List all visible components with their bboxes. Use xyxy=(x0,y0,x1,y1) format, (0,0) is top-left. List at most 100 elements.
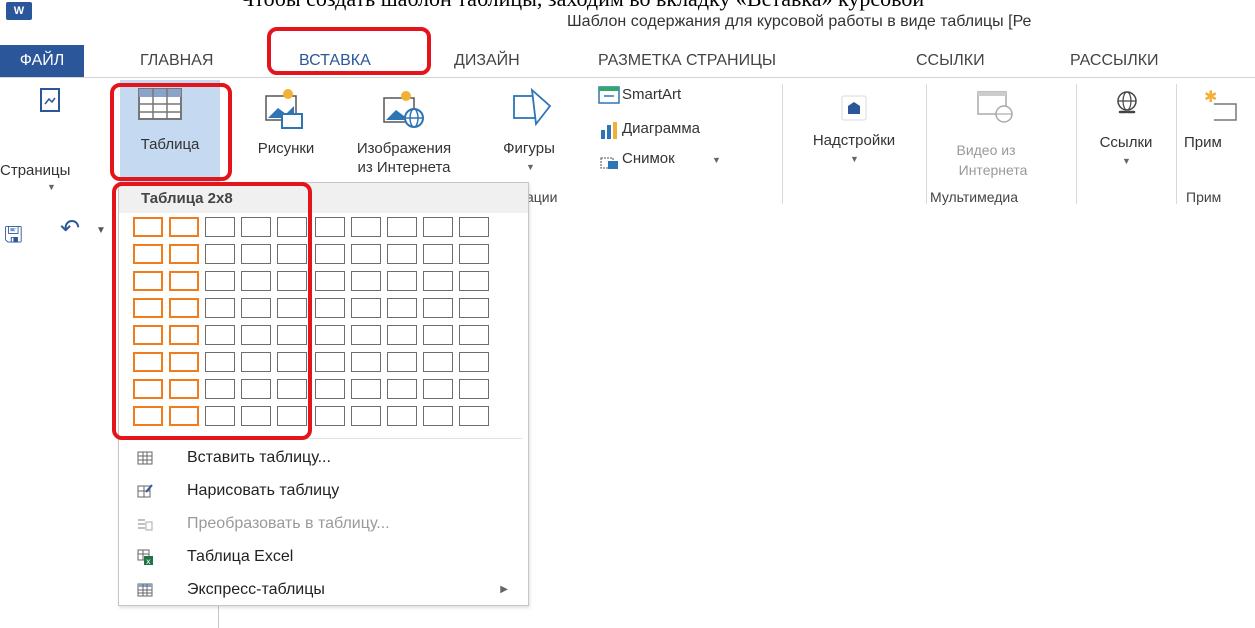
table-grid-cell[interactable] xyxy=(459,379,489,399)
table-grid-cell[interactable] xyxy=(387,271,417,291)
addins-icon xyxy=(841,95,867,121)
tab-file[interactable]: ФАЙЛ xyxy=(0,45,84,77)
chart-label: Диаграмма xyxy=(622,120,701,137)
table-grid-cell[interactable] xyxy=(459,352,489,372)
table-grid-cell[interactable] xyxy=(351,325,381,345)
online-video-label-1: Видео из xyxy=(956,142,1016,158)
table-grid-cell[interactable] xyxy=(315,244,345,264)
save-icon[interactable]: 🖫 xyxy=(4,218,23,256)
online-pictures-label-2: из Интернета xyxy=(357,159,451,176)
table-grid-cell[interactable] xyxy=(387,379,417,399)
menu-quick-tables[interactable]: Экспресс-таблицы ▶ xyxy=(121,575,526,607)
table-grid-cell[interactable] xyxy=(315,352,345,372)
addins-button[interactable]: Надстройки ▼ xyxy=(786,84,922,184)
svg-text:✱: ✱ xyxy=(1204,87,1217,106)
group-label-comments: Прим xyxy=(1186,189,1222,205)
table-grid-cell[interactable] xyxy=(351,298,381,318)
table-grid-cell[interactable] xyxy=(387,352,417,372)
table-grid-cell[interactable] xyxy=(423,298,453,318)
links-button[interactable]: Ссылки ▼ xyxy=(1080,84,1172,184)
table-grid-cell[interactable] xyxy=(387,325,417,345)
tab-references[interactable]: ССЫЛКИ xyxy=(916,45,985,77)
highlight-table-grid-selection xyxy=(112,182,312,440)
table-grid-cell[interactable] xyxy=(423,271,453,291)
group-label-media: Мультимедиа xyxy=(930,189,1018,205)
table-grid-cell[interactable] xyxy=(387,298,417,318)
table-grid-cell[interactable] xyxy=(351,244,381,264)
undo-icon[interactable]: ↶ xyxy=(60,214,80,243)
table-grid-cell[interactable] xyxy=(459,325,489,345)
table-grid-cell[interactable] xyxy=(351,379,381,399)
chart-button[interactable]: Диаграмма xyxy=(596,116,776,144)
table-grid-cell[interactable] xyxy=(423,406,453,426)
pictures-label: Рисунки xyxy=(257,140,315,157)
online-video-button[interactable]: Видео из Интернета xyxy=(930,84,1074,184)
ribbon-tabs: ФАЙЛ ГЛАВНАЯ ВСТАВКА ДИЗАЙН РАЗМЕТКА СТР… xyxy=(0,45,1255,77)
screenshot-icon xyxy=(600,157,618,169)
table-grid-cell[interactable] xyxy=(315,379,345,399)
table-grid-cell[interactable] xyxy=(423,325,453,345)
ribbon-separator xyxy=(1076,84,1077,204)
table-grid-cell[interactable] xyxy=(387,217,417,237)
svg-text:x: x xyxy=(146,557,151,565)
undo-dropdown-icon[interactable]: ▼ xyxy=(96,225,106,236)
online-video-label-2: Интернета xyxy=(958,162,1028,178)
highlight-insert-tab xyxy=(267,27,431,75)
menu-insert-table[interactable]: Вставить таблицу... xyxy=(121,443,526,475)
chart-icon xyxy=(601,122,617,139)
convert-text-to-table-icon xyxy=(138,519,153,531)
menu-excel-table[interactable]: x Таблица Excel xyxy=(121,542,526,574)
table-grid-cell[interactable] xyxy=(459,244,489,264)
table-grid-cell[interactable] xyxy=(315,298,345,318)
table-grid-cell[interactable] xyxy=(387,244,417,264)
table-grid-cell[interactable] xyxy=(351,406,381,426)
pages-button[interactable]: Страницы ▼ xyxy=(0,84,112,192)
shapes-label: Фигуры xyxy=(503,140,555,157)
pictures-button[interactable]: Рисунки xyxy=(236,84,336,184)
menu-draw-table-label: Нарисовать таблицу xyxy=(187,482,340,499)
screenshot-button[interactable]: Снимок ▼ xyxy=(596,146,776,174)
table-grid-cell[interactable] xyxy=(315,325,345,345)
tab-design[interactable]: ДИЗАЙН xyxy=(454,45,520,77)
table-grid-cell[interactable] xyxy=(351,352,381,372)
table-grid-cell[interactable] xyxy=(459,271,489,291)
chevron-down-icon: ▼ xyxy=(47,182,56,192)
tab-mailings[interactable]: РАССЫЛКИ xyxy=(1070,45,1159,77)
chevron-down-icon: ▼ xyxy=(850,154,859,164)
menu-draw-table[interactable]: Нарисовать таблицу xyxy=(121,476,526,508)
table-grid-cell[interactable] xyxy=(315,406,345,426)
tab-home[interactable]: ГЛАВНАЯ xyxy=(140,45,213,77)
menu-insert-table-label: Вставить таблицу... xyxy=(187,449,331,466)
smartart-button[interactable]: SmartArt xyxy=(596,82,776,112)
links-icon xyxy=(1117,91,1137,114)
quick-tables-icon xyxy=(137,583,153,597)
table-grid-cell[interactable] xyxy=(315,271,345,291)
shapes-button[interactable]: Фигуры ▼ xyxy=(488,84,570,184)
online-pictures-button[interactable]: Изображения из Интернета xyxy=(340,84,468,184)
table-grid-cell[interactable] xyxy=(459,217,489,237)
addins-label: Надстройки xyxy=(812,132,896,149)
window-title: Шаблон содержания для курсовой работы в … xyxy=(567,13,1032,30)
comments-button[interactable]: ✱ Прим xyxy=(1180,84,1255,184)
comments-label: Прим xyxy=(1184,134,1222,151)
table-grid-cell[interactable] xyxy=(315,217,345,237)
table-grid-cell[interactable] xyxy=(459,298,489,318)
table-grid-cell[interactable] xyxy=(351,217,381,237)
tab-page-layout[interactable]: РАЗМЕТКА СТРАНИЦЫ xyxy=(598,45,776,77)
table-grid-cell[interactable] xyxy=(459,406,489,426)
table-grid-cell[interactable] xyxy=(423,244,453,264)
pages-label: Страницы xyxy=(0,162,71,179)
menu-convert-to-table-label: Преобразовать в таблицу... xyxy=(187,515,390,532)
online-video-icon xyxy=(977,91,1013,123)
smartart-label: SmartArt xyxy=(622,86,682,103)
word-logo-icon: W xyxy=(6,2,32,20)
menu-convert-to-table[interactable]: Преобразовать в таблицу... xyxy=(121,509,526,541)
table-grid-cell[interactable] xyxy=(423,352,453,372)
table-grid-cell[interactable] xyxy=(387,406,417,426)
table-grid-cell[interactable] xyxy=(423,217,453,237)
screenshot-label: Снимок xyxy=(622,150,675,167)
table-grid-cell[interactable] xyxy=(351,271,381,291)
page-icon xyxy=(40,88,60,112)
table-grid-cell[interactable] xyxy=(423,379,453,399)
draw-table-icon xyxy=(137,484,153,498)
